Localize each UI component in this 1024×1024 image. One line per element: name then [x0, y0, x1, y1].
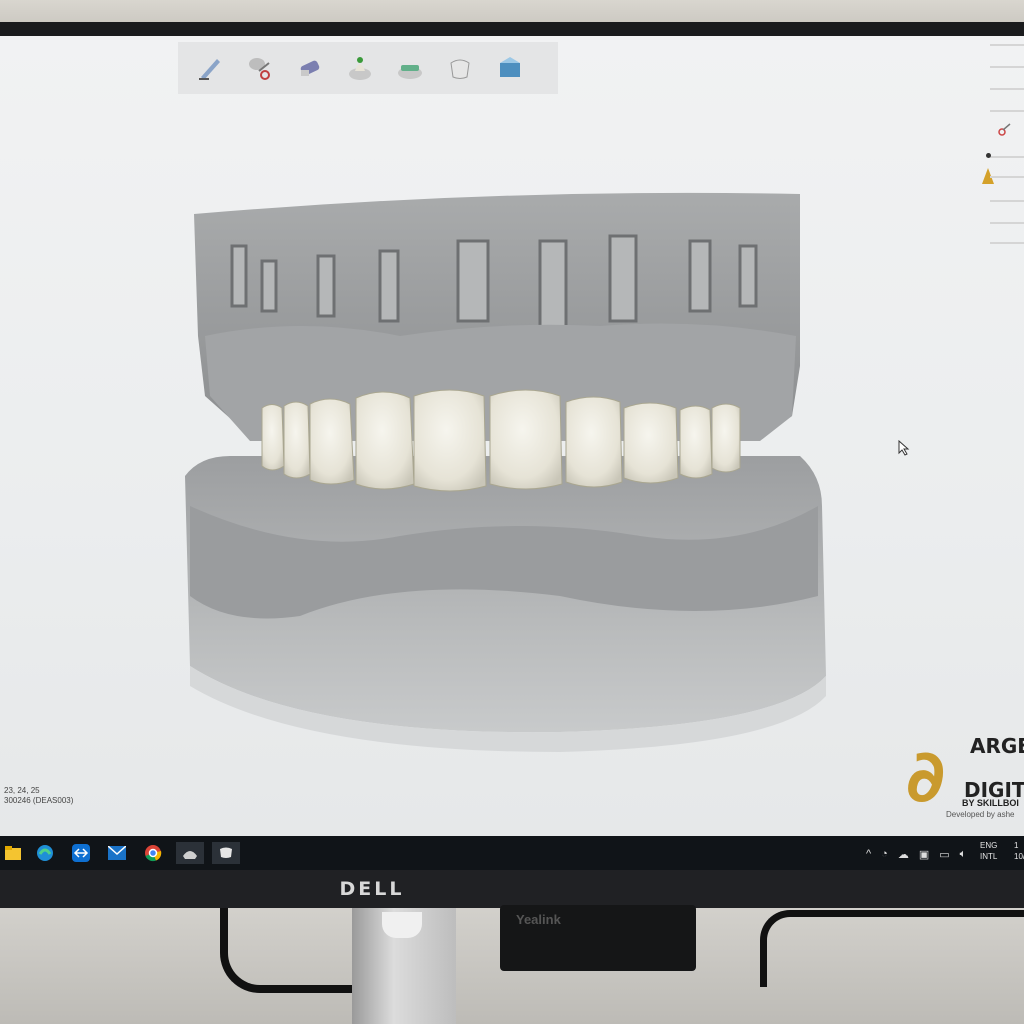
onedrive-icon[interactable]: ☁ — [898, 848, 909, 861]
app-window: 23, 24, 25 300246 (DEAS003) ∂ ARGE DIGIT… — [0, 36, 1024, 840]
clock-date: 10/ — [1014, 852, 1024, 861]
designed-veneers — [261, 389, 741, 492]
dental-3d-model[interactable] — [0, 36, 1024, 836]
keyboard-layout: INTL — [980, 852, 998, 861]
lang-code: ENG — [980, 841, 998, 850]
people-icon[interactable]: ◔ — [881, 848, 888, 860]
network-icon[interactable]: ▣ — [919, 848, 929, 861]
dental-app-task-icon[interactable] — [176, 842, 204, 864]
logo-mark: ∂ — [906, 734, 946, 818]
chevron-up-icon[interactable]: ^ — [866, 848, 871, 860]
teamviewer-icon[interactable] — [70, 842, 92, 864]
system-tray: ^ ◔ ☁ ▣ ▭ 🔈︎ — [866, 844, 966, 864]
monitor-chin — [0, 868, 1024, 908]
cable — [760, 910, 1024, 987]
chrome-icon[interactable] — [142, 842, 164, 864]
display-icon[interactable]: ▭ — [939, 848, 949, 861]
mouse-cursor-icon — [898, 439, 910, 461]
tooth-numbers: 23, 24, 25 — [4, 786, 40, 795]
brand-logo: ∂ ARGE DIGITA BY SKILLBOI Developed by a… — [900, 734, 1024, 840]
logo-line-3: BY SKILLBOI — [962, 798, 1019, 808]
clock[interactable]: 1 10/ — [1014, 840, 1024, 862]
dental-model-task-icon[interactable] — [212, 842, 240, 864]
file-explorer-icon[interactable] — [2, 842, 24, 864]
stand-cable-hole — [382, 912, 422, 938]
clock-time: 1 — [1014, 841, 1019, 850]
phone-brand-label: Yealink — [516, 912, 561, 927]
case-id: 300246 (DEAS003) — [4, 796, 74, 805]
logo-line-1: ARGE — [970, 734, 1024, 758]
monitor-brand-logo: DELL — [339, 878, 405, 900]
edge-browser-icon[interactable] — [34, 842, 56, 864]
windows-taskbar: ^ ◔ ☁ ▣ ▭ 🔈︎ ENG INTL 1 10/ — [0, 836, 1024, 870]
logo-line-4: Developed by ashe — [946, 810, 1015, 819]
volume-icon[interactable]: 🔈︎ — [960, 848, 967, 861]
case-info: 23, 24, 25 300246 (DEAS003) — [4, 786, 73, 806]
input-language-indicator[interactable]: ENG INTL — [980, 840, 997, 862]
mail-icon[interactable] — [106, 842, 128, 864]
